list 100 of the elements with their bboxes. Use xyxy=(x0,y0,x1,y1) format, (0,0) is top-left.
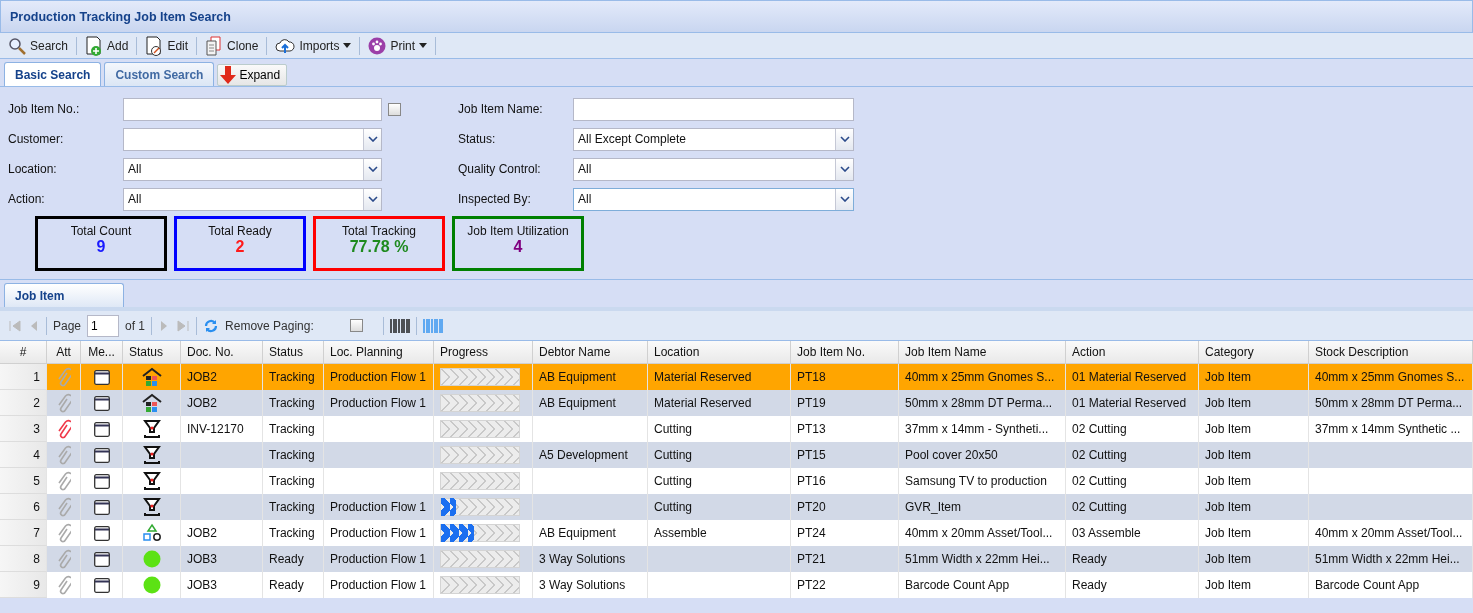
table-cell: Production Flow 1 xyxy=(324,546,434,572)
window-icon[interactable] xyxy=(93,447,110,463)
table-cell: 50mm x 28mm DT Perma... xyxy=(899,390,1066,416)
input-field[interactable] xyxy=(123,97,382,121)
table-cell: Tracking xyxy=(263,442,324,468)
column-header[interactable]: Job Item Name xyxy=(899,341,1066,364)
field-label: Customer: xyxy=(8,132,65,146)
column-header[interactable]: Stock Description xyxy=(1309,341,1473,364)
column-header[interactable]: Debtor Name xyxy=(533,341,648,364)
column-header[interactable]: Location xyxy=(648,341,791,364)
row-number: 3 xyxy=(0,416,47,442)
field-label: Quality Control: xyxy=(458,162,542,176)
tab[interactable]: Custom Search xyxy=(104,62,215,86)
add-document-icon xyxy=(85,35,104,56)
window-icon[interactable] xyxy=(93,525,110,541)
field-label: Job Item No.: xyxy=(8,102,81,116)
column-header[interactable]: Progress xyxy=(434,341,533,364)
column-header[interactable]: Doc. No. xyxy=(181,341,263,364)
row-number: 7 xyxy=(0,520,47,546)
paperclip-icon[interactable] xyxy=(56,393,71,413)
table-cell: Material Reserved xyxy=(648,364,791,390)
toolbar-button[interactable]: Imports xyxy=(271,34,356,57)
window-icon[interactable] xyxy=(93,473,110,489)
checkbox[interactable] xyxy=(349,319,363,332)
tab[interactable]: Basic Search xyxy=(4,62,102,86)
field-label: Status: xyxy=(458,132,497,146)
table-cell: Job Item xyxy=(1199,364,1309,390)
paperclip-icon[interactable] xyxy=(56,471,71,491)
summary-label: Total Ready xyxy=(208,224,272,238)
field-label: Job Item Name: xyxy=(458,102,544,116)
paperclip-icon[interactable] xyxy=(56,367,71,387)
column-header[interactable]: Me... xyxy=(81,341,123,364)
row-number: 2 xyxy=(0,390,47,416)
window-icon[interactable] xyxy=(93,395,110,411)
window-icon[interactable] xyxy=(93,551,110,567)
column-header[interactable]: Category xyxy=(1199,341,1309,364)
page-label: Page xyxy=(53,318,82,333)
page-input[interactable]: 1 xyxy=(87,314,120,337)
paperclip-icon[interactable] xyxy=(56,419,71,439)
caret-icon xyxy=(343,43,352,48)
tab[interactable]: Job Item xyxy=(4,283,124,307)
row-number: 4 xyxy=(0,442,47,468)
window-icon[interactable] xyxy=(93,577,110,593)
column-header[interactable]: Att xyxy=(47,341,81,364)
table-cell: PT15 xyxy=(791,442,899,468)
table-cell: 01 Material Reserved xyxy=(1066,390,1199,416)
table-cell: PT18 xyxy=(791,364,899,390)
caret-icon xyxy=(419,43,428,48)
summary-value: 4 xyxy=(513,238,523,256)
row-number: 5 xyxy=(0,468,47,494)
toolbar-button[interactable]: Search xyxy=(4,34,73,57)
dropdown-field[interactable]: All Except Complete xyxy=(573,127,854,151)
paperclip-icon[interactable] xyxy=(56,445,71,465)
column-header[interactable]: Status xyxy=(263,341,324,364)
copy-icon xyxy=(205,35,224,56)
column-header[interactable]: Loc. Planning xyxy=(324,341,434,364)
table-cell: AB Equipment xyxy=(533,390,648,416)
dropdown-field[interactable]: All xyxy=(573,187,854,211)
column-header[interactable]: # xyxy=(0,341,47,364)
input-field[interactable] xyxy=(573,97,854,121)
field-value: All xyxy=(577,191,593,208)
column-header[interactable]: Action xyxy=(1066,341,1199,364)
warehouse-icon xyxy=(141,367,162,387)
barcode-icon[interactable] xyxy=(389,318,410,333)
paperclip-icon[interactable] xyxy=(56,497,71,517)
toolbar-button[interactable]: Print xyxy=(364,34,432,57)
window-icon[interactable] xyxy=(93,369,110,385)
summary-label: Total Tracking xyxy=(341,224,416,238)
checkbox[interactable] xyxy=(388,102,401,116)
window-title: Production Tracking Job Item Search xyxy=(0,0,1473,33)
dropdown-field[interactable]: All xyxy=(573,157,854,181)
table-cell: 51mm Width x 22mm Hei... xyxy=(899,546,1066,572)
table-cell: PT21 xyxy=(791,546,899,572)
remove-paging-label: Remove Paging: xyxy=(225,318,314,333)
paperclip-icon[interactable] xyxy=(56,549,71,569)
paperclip-icon[interactable] xyxy=(56,523,71,543)
paperclip-icon[interactable] xyxy=(56,575,71,595)
summary-value: 77.78 % xyxy=(349,238,409,256)
refresh-icon[interactable] xyxy=(203,317,220,334)
summary-value: 9 xyxy=(96,238,106,256)
cloud-upload-icon xyxy=(275,37,296,54)
table-cell: JOB3 xyxy=(181,546,263,572)
column-header[interactable]: Status xyxy=(123,341,181,364)
window-icon[interactable] xyxy=(93,421,110,437)
expand-button[interactable]: Expand xyxy=(217,64,288,86)
down-arrow-icon xyxy=(220,66,237,84)
column-header[interactable]: Job Item No. xyxy=(791,341,899,364)
table-cell: A5 Development xyxy=(533,442,648,468)
toolbar-button[interactable]: Clone xyxy=(201,34,263,57)
dropdown-field[interactable]: All xyxy=(123,187,382,211)
window-icon[interactable] xyxy=(93,499,110,515)
table-cell: PT20 xyxy=(791,494,899,520)
summary-label: Total Count xyxy=(70,224,132,238)
toolbar-button[interactable]: Add xyxy=(81,34,133,57)
first-page-icon[interactable] xyxy=(8,318,22,333)
dropdown-field[interactable]: All xyxy=(123,157,382,181)
dropdown-field[interactable] xyxy=(123,127,382,151)
toolbar-button[interactable]: Edit xyxy=(141,34,193,57)
last-page-icon[interactable] xyxy=(176,318,191,333)
row-number: 8 xyxy=(0,546,47,572)
